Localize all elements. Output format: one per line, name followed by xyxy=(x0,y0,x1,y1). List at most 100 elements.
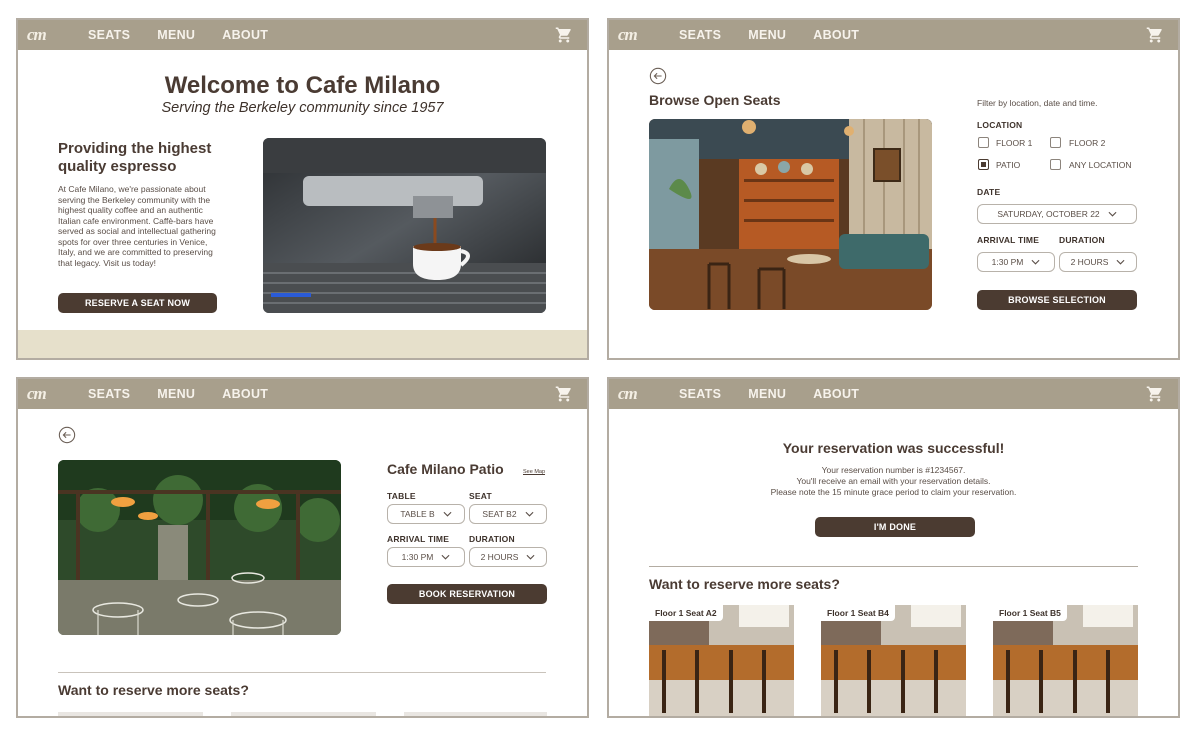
about-text: At Cafe Milano, we're passionate about s… xyxy=(58,184,216,268)
arrival-label: ARRIVAL TIME xyxy=(387,534,450,544)
more-seats-heading: Want to reserve more seats? xyxy=(649,576,840,592)
floor2-label: FLOOR 2 xyxy=(1069,138,1106,148)
nav-bar: cm SEATS MENU ABOUT xyxy=(609,20,1178,50)
email-note: You'll receive an email with your reserv… xyxy=(796,476,991,486)
see-map-link[interactable]: See Map xyxy=(523,469,545,475)
nav-link-menu[interactable]: MENU xyxy=(748,387,786,401)
nav-bar: cm SEATS MENU ABOUT xyxy=(609,379,1178,409)
page-title: Welcome to Cafe Milano xyxy=(164,72,441,99)
floor2-checkbox[interactable] xyxy=(1050,137,1061,148)
date-label: DATE xyxy=(977,187,1001,197)
cart-icon[interactable] xyxy=(555,385,573,403)
detail-screen: cm SEATS MENU ABOUT Cafe Milano Patio Se… xyxy=(16,377,589,718)
seat-card-label: Floor 1 Seat A2 xyxy=(649,605,723,621)
nav-bar: cm SEATS MENU ABOUT xyxy=(18,20,587,50)
floor1-checkbox[interactable] xyxy=(978,137,989,148)
cart-icon[interactable] xyxy=(1146,385,1164,403)
arrival-value: 1:30 PM xyxy=(401,552,434,562)
nav-link-seats[interactable]: SEATS xyxy=(679,28,721,42)
chevron-down-icon xyxy=(1108,211,1117,217)
seat-label: SEAT xyxy=(469,491,492,501)
seat-card-label: Floor 1 Seat B5 xyxy=(993,605,1067,621)
patio-label: PATIO xyxy=(996,160,1021,170)
any-location-checkbox[interactable] xyxy=(1050,159,1061,170)
section-heading: Providing the highest quality espresso xyxy=(58,140,212,175)
duration-select[interactable]: 2 HOURS xyxy=(469,547,547,567)
nav-link-seats[interactable]: SEATS xyxy=(88,387,130,401)
seat-card-photo xyxy=(821,605,966,716)
seat-card[interactable]: Floor 1 Seat B4 xyxy=(821,605,966,716)
page-title: Browse Open Seats xyxy=(649,92,781,108)
table-label: TABLE xyxy=(387,491,416,501)
arrival-value: 1:30 PM xyxy=(991,257,1024,267)
nav-bar: cm SEATS MENU ABOUT xyxy=(18,379,587,409)
chevron-down-icon xyxy=(1116,259,1125,265)
arrival-select[interactable]: 1:30 PM xyxy=(387,547,465,567)
divider xyxy=(649,566,1138,567)
nav-link-about[interactable]: ABOUT xyxy=(222,28,268,42)
success-title: Your reservation was successful! xyxy=(782,440,1005,456)
reserve-seat-button[interactable]: RESERVE A SEAT NOW xyxy=(58,293,217,313)
nav-link-about[interactable]: ABOUT xyxy=(813,28,859,42)
nav-link-about[interactable]: ABOUT xyxy=(222,387,268,401)
success-screen: cm SEATS MENU ABOUT Your reservation was… xyxy=(607,377,1180,718)
seat-card-preview[interactable] xyxy=(404,712,547,716)
chevron-down-icon xyxy=(443,511,452,517)
table-value: TABLE B xyxy=(400,509,435,519)
location-label: LOCATION xyxy=(977,120,1023,130)
floor1-label: FLOOR 1 xyxy=(996,138,1033,148)
seat-card[interactable]: Floor 1 Seat A2 xyxy=(649,605,794,716)
cafe-interior-photo xyxy=(649,119,932,310)
filter-hint: Filter by location, date and time. xyxy=(977,98,1098,108)
more-seats-heading: Want to reserve more seats? xyxy=(58,682,249,698)
date-select[interactable]: SATURDAY, OCTOBER 22 xyxy=(977,204,1137,224)
cart-icon[interactable] xyxy=(555,26,573,44)
nav-link-seats[interactable]: SEATS xyxy=(679,387,721,401)
chevron-down-icon xyxy=(525,511,534,517)
chevron-down-icon xyxy=(1031,259,1040,265)
browse-screen: cm SEATS MENU ABOUT Browse Open Seats Fi… xyxy=(607,18,1180,360)
logo[interactable]: cm xyxy=(618,384,679,404)
seat-value: SEAT B2 xyxy=(482,509,517,519)
nav-link-about[interactable]: ABOUT xyxy=(813,387,859,401)
grace-period-note: Please note the 15 minute grace period t… xyxy=(770,487,1017,497)
arrival-label: ARRIVAL TIME xyxy=(977,235,1040,245)
seat-card-photo xyxy=(993,605,1138,716)
table-select[interactable]: TABLE B xyxy=(387,504,465,524)
done-button[interactable]: I'M DONE xyxy=(815,517,975,537)
duration-value: 2 HOURS xyxy=(1070,257,1109,267)
duration-label: DURATION xyxy=(469,534,515,544)
footer-band xyxy=(18,330,587,358)
nav-link-menu[interactable]: MENU xyxy=(157,28,195,42)
logo[interactable]: cm xyxy=(27,384,88,404)
duration-label: DURATION xyxy=(1059,235,1105,245)
seat-card-photo xyxy=(649,605,794,716)
cart-icon[interactable] xyxy=(1146,26,1164,44)
home-screen: cm SEATS MENU ABOUT Welcome to Cafe Mila… xyxy=(16,18,589,360)
patio-photo xyxy=(58,460,341,635)
divider xyxy=(58,672,546,673)
seat-select[interactable]: SEAT B2 xyxy=(469,504,547,524)
browse-selection-button[interactable]: BROWSE SELECTION xyxy=(977,290,1137,310)
seat-card-preview[interactable] xyxy=(58,712,203,716)
chevron-down-icon xyxy=(441,554,450,560)
back-arrow-icon[interactable] xyxy=(58,426,76,444)
nav-link-seats[interactable]: SEATS xyxy=(88,28,130,42)
seat-card[interactable]: Floor 1 Seat B5 xyxy=(993,605,1138,716)
duration-value: 2 HOURS xyxy=(480,552,519,562)
patio-checkbox[interactable] xyxy=(978,159,989,170)
seat-card-preview[interactable] xyxy=(231,712,376,716)
back-arrow-icon[interactable] xyxy=(649,67,667,85)
espresso-photo xyxy=(263,138,546,313)
logo[interactable]: cm xyxy=(27,25,88,45)
nav-link-menu[interactable]: MENU xyxy=(157,387,195,401)
location-title: Cafe Milano Patio xyxy=(387,461,504,477)
duration-select[interactable]: 2 HOURS xyxy=(1059,252,1137,272)
logo[interactable]: cm xyxy=(618,25,679,45)
any-location-label: ANY LOCATION xyxy=(1069,160,1132,170)
nav-link-menu[interactable]: MENU xyxy=(748,28,786,42)
reservation-number: Your reservation number is #1234567. xyxy=(821,465,966,475)
arrival-select[interactable]: 1:30 PM xyxy=(977,252,1055,272)
seat-card-label: Floor 1 Seat B4 xyxy=(821,605,895,621)
book-reservation-button[interactable]: BOOK RESERVATION xyxy=(387,584,547,604)
